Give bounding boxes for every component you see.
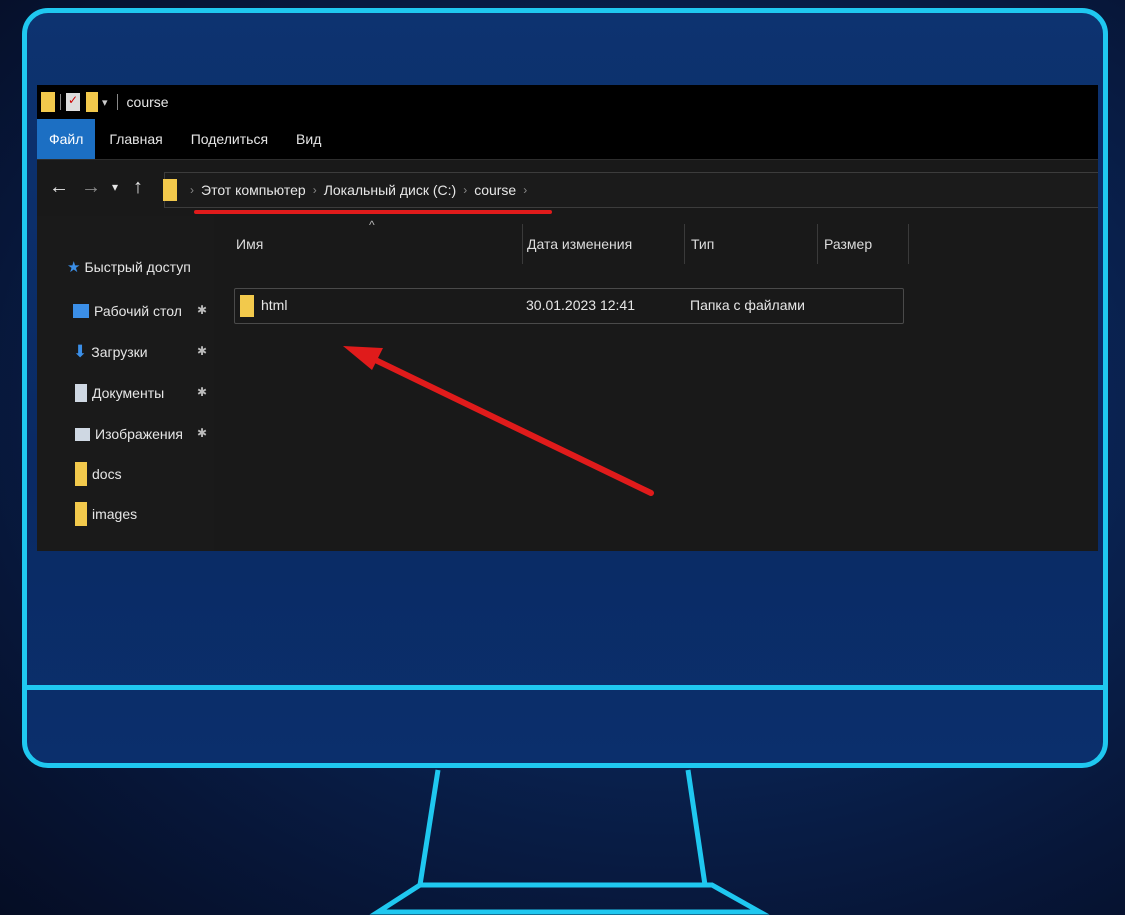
tab-view[interactable]: Вид [282,119,335,159]
document-icon [75,384,87,402]
pin-icon[interactable]: ✱ [197,385,207,399]
sidebar-item-docs[interactable]: docs [75,461,122,487]
chevron-right-icon[interactable]: › [313,183,317,197]
picture-icon [75,427,90,441]
pin-icon[interactable]: ✱ [197,344,207,358]
column-divider[interactable] [817,224,818,264]
sidebar-item-label: Быстрый доступ [84,259,191,275]
tab-home[interactable]: Главная [95,119,176,159]
sidebar-item-pictures[interactable]: Изображения [75,421,183,447]
back-icon[interactable]: ← [49,176,69,198]
sidebar-item-label: Загрузки [91,344,148,360]
chevron-right-icon[interactable]: › [523,183,527,197]
chevron-right-icon[interactable]: › [190,183,194,197]
folder-icon [75,462,87,486]
forward-icon[interactable]: → [81,176,101,198]
separator [116,94,118,110]
properties-icon[interactable] [66,93,80,111]
download-icon: ⬇ [73,342,88,361]
breadcrumb-course[interactable]: course [474,182,516,198]
explorer-window: ▾ course Файл Главная Поделиться Вид ← →… [37,85,1098,551]
new-folder-icon[interactable] [86,92,98,112]
file-modified: 30.01.2023 12:41 [526,297,635,313]
pin-icon[interactable]: ✱ [197,426,207,440]
annotation-underline [194,210,552,214]
column-divider[interactable] [908,224,909,264]
sidebar-item-images[interactable]: images [75,501,137,527]
folder-icon [163,179,177,201]
navigation-row: ← → ▾ ↑ › Этот компьютер › Локальный дис… [37,159,1098,216]
breadcrumb-this-pc[interactable]: Этот компьютер [201,182,306,198]
folder-icon [240,295,254,317]
monitor-chin-divider [27,685,1103,690]
sidebar-item-label: images [92,506,138,522]
column-header-modified[interactable]: Дата изменения [527,216,632,272]
star-icon: ★ [67,259,81,276]
ribbon-tabs: Файл Главная Поделиться Вид [37,119,1098,159]
column-header-size[interactable]: Размер [824,216,872,272]
title-bar: ▾ course [37,85,1098,119]
chevron-right-icon[interactable]: › [463,183,467,197]
sidebar-item-label: Документы [92,385,165,401]
column-header-name[interactable]: Имя [236,216,263,272]
navigation-pane: ★ Быстрый доступ Рабочий стол ✱ ⬇ Загруз… [37,216,214,551]
file-type: Папка с файлами [690,297,805,313]
column-divider[interactable] [522,224,523,264]
sidebar-item-downloads[interactable]: ⬇ Загрузки [73,339,148,365]
file-list: ^ Имя Дата изменения Тип Размер html 30.… [214,216,1098,551]
address-bar[interactable]: › Этот компьютер › Локальный диск (C:) ›… [163,172,1098,208]
sidebar-item-label: Изображения [95,426,183,442]
window-title: course [126,94,169,110]
breadcrumb-local-disk[interactable]: Локальный диск (C:) [324,182,457,198]
column-divider[interactable] [684,224,685,264]
up-icon[interactable]: ↑ [133,176,143,198]
sidebar-item-label: Рабочий стол [94,303,182,319]
tab-share[interactable]: Поделиться [177,119,282,159]
tab-file[interactable]: Файл [37,119,96,159]
sidebar-item-documents[interactable]: Документы [75,380,164,406]
chevron-down-icon[interactable]: ▾ [112,176,118,198]
sidebar-item-label: docs [92,466,122,482]
separator [60,94,61,110]
column-header-type[interactable]: Тип [691,216,714,272]
folder-icon [75,502,87,526]
desktop-icon [73,304,89,318]
file-name[interactable]: html [261,297,287,313]
sort-ascending-icon: ^ [369,218,375,232]
quick-access-dropdown-icon[interactable]: ▾ [102,96,108,109]
table-row[interactable]: html 30.01.2023 12:41 Папка с файлами [234,288,904,324]
sidebar-item-quick-access[interactable]: ★ Быстрый доступ [67,254,191,280]
folder-icon[interactable] [41,92,55,112]
pin-icon[interactable]: ✱ [197,303,207,317]
sidebar-item-desktop[interactable]: Рабочий стол [73,298,182,324]
